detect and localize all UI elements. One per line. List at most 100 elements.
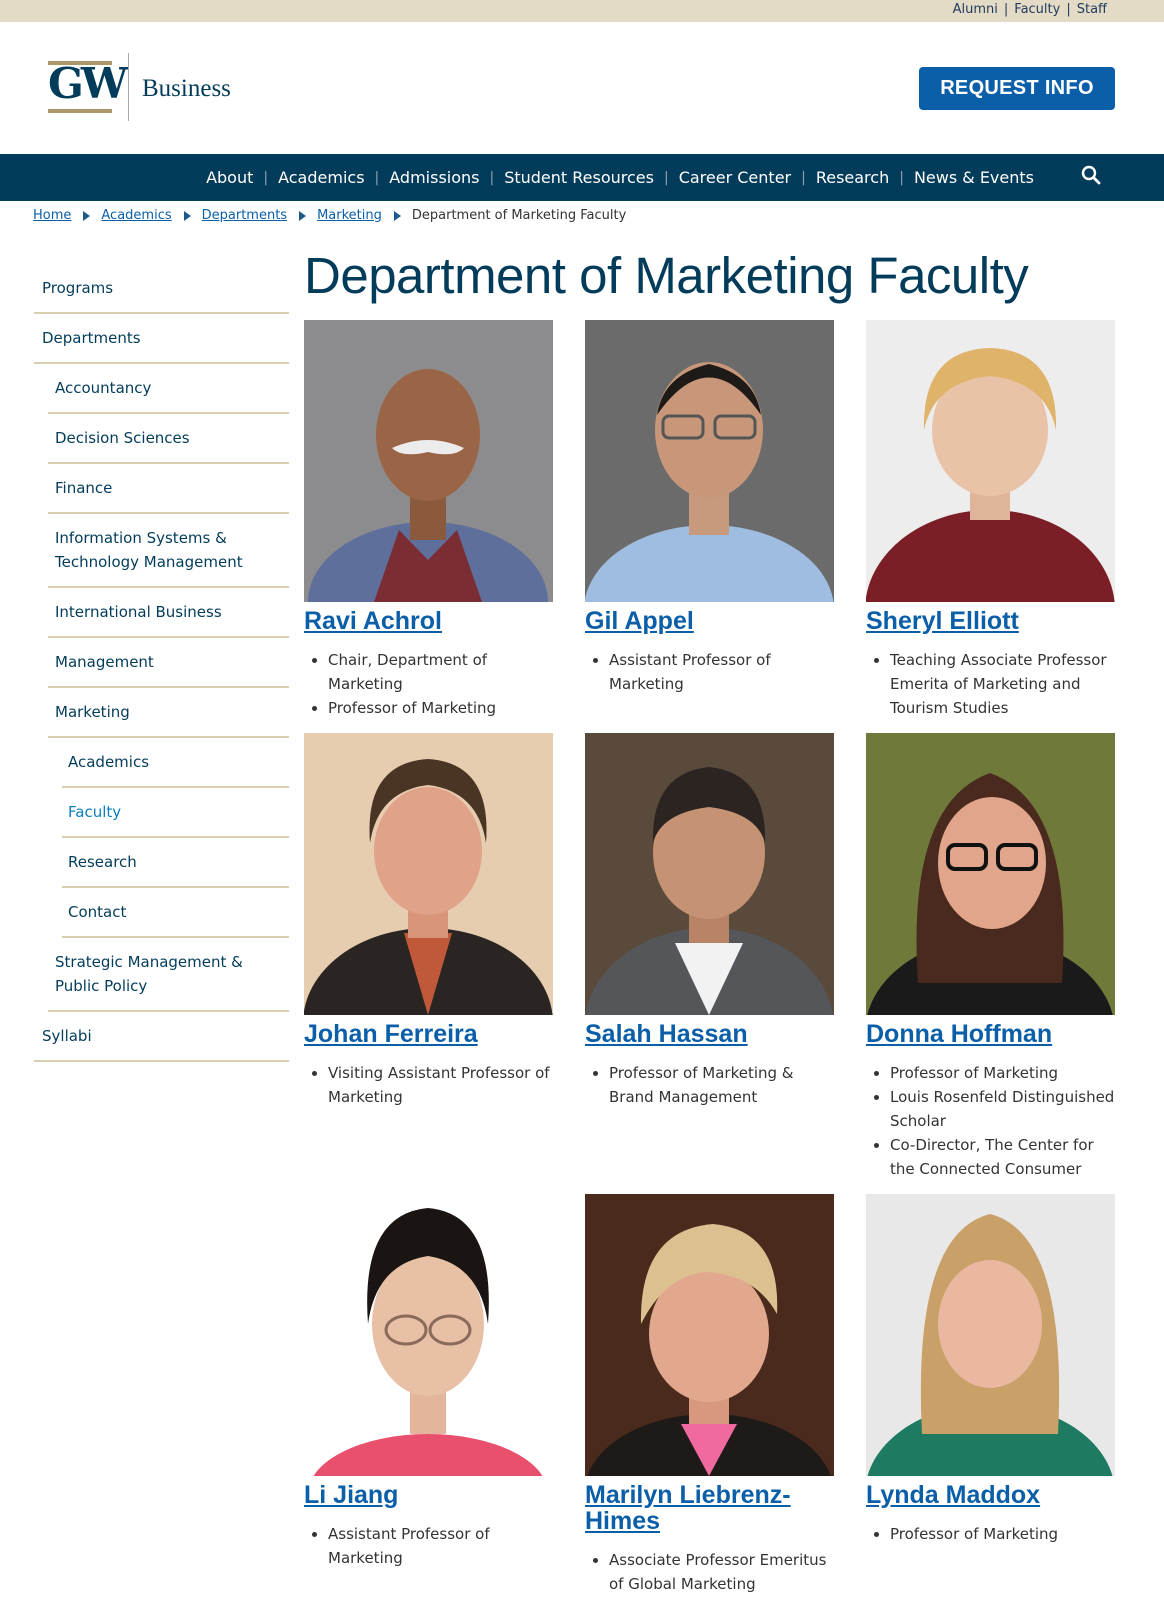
breadcrumb-marketing[interactable]: Marketing (317, 208, 382, 223)
breadcrumb-current: Department of Marketing Faculty (411, 208, 627, 223)
sidebar-item-programs[interactable]: Programs (34, 264, 289, 314)
sidebar-item-academics[interactable]: Academics (62, 738, 289, 788)
breadcrumb-arrow-icon (183, 210, 191, 221)
sidebar-nav: Programs Departments Accountancy Decisio… (34, 264, 289, 1062)
faculty-name-link[interactable]: Sheryl Elliott (866, 608, 1115, 634)
staff-link[interactable]: Staff (1077, 2, 1107, 17)
separator: | (1003, 2, 1009, 17)
breadcrumb-academics[interactable]: Academics (101, 208, 171, 223)
separator: | (374, 169, 380, 186)
faculty-name-link[interactable]: Lynda Maddox (866, 1482, 1115, 1508)
nav-item-student-resources[interactable]: Student Resources | (504, 168, 679, 187)
nav-label: Admissions (389, 168, 480, 187)
sidebar-item-research[interactable]: Research (62, 838, 289, 888)
faculty-card: Donna Hoffman Professor of Marketing Lou… (866, 733, 1115, 1181)
faculty-titles: Associate Professor Emeritus of Global M… (585, 1548, 834, 1596)
nav-label: News & Events (913, 168, 1034, 187)
nav-item-admissions[interactable]: Admissions | (389, 168, 504, 187)
sidebar-item-finance[interactable]: Finance (48, 464, 289, 514)
nav-label: Research (815, 168, 890, 187)
separator: | (1066, 2, 1071, 17)
sidebar-item-contact[interactable]: Contact (62, 888, 289, 938)
faculty-card: Marilyn Liebrenz-Himes Associate Profess… (585, 1194, 834, 1596)
faculty-name-link[interactable]: Ravi Achrol (304, 608, 553, 634)
faculty-titles: Professor of Marketing (866, 1522, 1115, 1546)
nav-item-academics[interactable]: Academics | (278, 168, 389, 187)
faculty-link[interactable]: Faculty (1014, 2, 1060, 17)
breadcrumb-home[interactable]: Home (33, 208, 71, 223)
breadcrumb: Home Academics Departments Marketing Dep… (33, 208, 626, 223)
nav-item-about[interactable]: About | (206, 168, 278, 187)
faculty-name-link[interactable]: Marilyn Liebrenz-Himes (585, 1482, 834, 1534)
separator: | (801, 169, 806, 186)
faculty-name-link[interactable]: Johan Ferreira (304, 1021, 553, 1047)
sidebar-item-decision-sciences[interactable]: Decision Sciences (48, 414, 289, 464)
faculty-photo[interactable] (866, 1194, 1115, 1476)
faculty-photo[interactable] (585, 733, 834, 1015)
separator: | (263, 169, 269, 186)
sidebar-item-management[interactable]: Management (48, 638, 289, 688)
faculty-titles: Professor of Marketing & Brand Managemen… (585, 1061, 834, 1109)
faculty-photo[interactable] (866, 733, 1115, 1015)
faculty-title: Professor of Marketing (890, 1061, 1115, 1085)
nav-item-career-center[interactable]: Career Center | (679, 168, 816, 187)
faculty-titles: Professor of Marketing Louis Rosenfeld D… (866, 1061, 1115, 1181)
faculty-card: Li Jiang Assistant Professor of Marketin… (304, 1194, 553, 1570)
separator: | (663, 169, 669, 186)
breadcrumb-departments[interactable]: Departments (202, 208, 287, 223)
faculty-photo[interactable] (304, 733, 553, 1015)
sidebar-item-strategic-management[interactable]: Strategic Management & Public Policy (48, 938, 289, 1012)
nav-label: Academics (278, 168, 365, 187)
faculty-name-link[interactable]: Gil Appel (585, 608, 834, 634)
faculty-name-link[interactable]: Salah Hassan (585, 1021, 834, 1047)
nav-item-news-events[interactable]: News & Events (914, 168, 1034, 187)
main-navigation: About | Academics | Admissions | Student Re… (0, 154, 1164, 201)
sidebar-item-information-systems[interactable]: Information Systems & Technology Managem… (48, 514, 289, 588)
faculty-photo[interactable] (585, 320, 834, 602)
faculty-card: Salah Hassan Professor of Marketing & Br… (585, 733, 834, 1109)
faculty-title: Visiting Assistant Professor of Marketin… (328, 1061, 553, 1109)
faculty-title: Louis Rosenfeld Distinguished Scholar (890, 1085, 1115, 1133)
faculty-photo[interactable] (866, 320, 1115, 602)
utility-bar: Alumni | Faculty | Staff (0, 0, 1164, 22)
faculty-name-link[interactable]: Li Jiang (304, 1482, 553, 1508)
faculty-photo[interactable] (585, 1194, 834, 1476)
logo-mark: GW (48, 59, 128, 108)
faculty-title: Professor of Marketing & Brand Managemen… (609, 1061, 834, 1109)
logo-bar-bottom (48, 109, 112, 113)
faculty-name-link[interactable]: Donna Hoffman (866, 1021, 1115, 1047)
faculty-titles: Teaching Associate Professor Emerita of … (866, 648, 1115, 720)
faculty-title: Chair, Department of Marketing (328, 648, 553, 696)
faculty-title: Professor of Marketing (328, 696, 553, 720)
faculty-titles: Assistant Professor of Marketing (304, 1522, 553, 1570)
faculty-title: Assistant Professor of Marketing (328, 1522, 553, 1570)
nav-item-research[interactable]: Research | (816, 168, 914, 187)
sidebar-item-international-business[interactable]: International Business (48, 588, 289, 638)
breadcrumb-arrow-icon (83, 210, 91, 221)
breadcrumb-arrow-icon (299, 210, 307, 221)
nav-label: Career Center (678, 168, 792, 187)
utility-links: Alumni | Faculty | Staff (953, 2, 1107, 17)
faculty-title: Associate Professor Emeritus of Global M… (609, 1548, 834, 1596)
sidebar-item-departments[interactable]: Departments (34, 314, 289, 364)
faculty-title: Assistant Professor of Marketing (609, 648, 834, 696)
separator: | (489, 169, 495, 186)
request-info-button[interactable]: REQUEST INFO (919, 67, 1115, 110)
faculty-photo[interactable] (304, 1194, 553, 1476)
faculty-title: Professor of Marketing (890, 1522, 1115, 1546)
search-icon[interactable] (1080, 164, 1102, 186)
sidebar-item-marketing[interactable]: Marketing (48, 688, 289, 738)
sidebar-item-faculty[interactable]: Faculty (62, 788, 289, 838)
alumni-link[interactable]: Alumni (953, 2, 998, 17)
faculty-card: Johan Ferreira Visiting Assistant Profes… (304, 733, 553, 1109)
faculty-card: Ravi Achrol Chair, Department of Marketi… (304, 320, 553, 720)
separator: | (899, 169, 904, 186)
faculty-titles: Assistant Professor of Marketing (585, 648, 834, 696)
sidebar-item-syllabi[interactable]: Syllabi (34, 1012, 289, 1062)
nav-label: About (206, 168, 254, 187)
sidebar-item-accountancy[interactable]: Accountancy (48, 364, 289, 414)
faculty-card: Lynda Maddox Professor of Marketing (866, 1194, 1115, 1546)
faculty-photo[interactable] (304, 320, 553, 602)
page-title: Department of Marketing Faculty (304, 247, 1029, 304)
faculty-titles: Visiting Assistant Professor of Marketin… (304, 1061, 553, 1109)
